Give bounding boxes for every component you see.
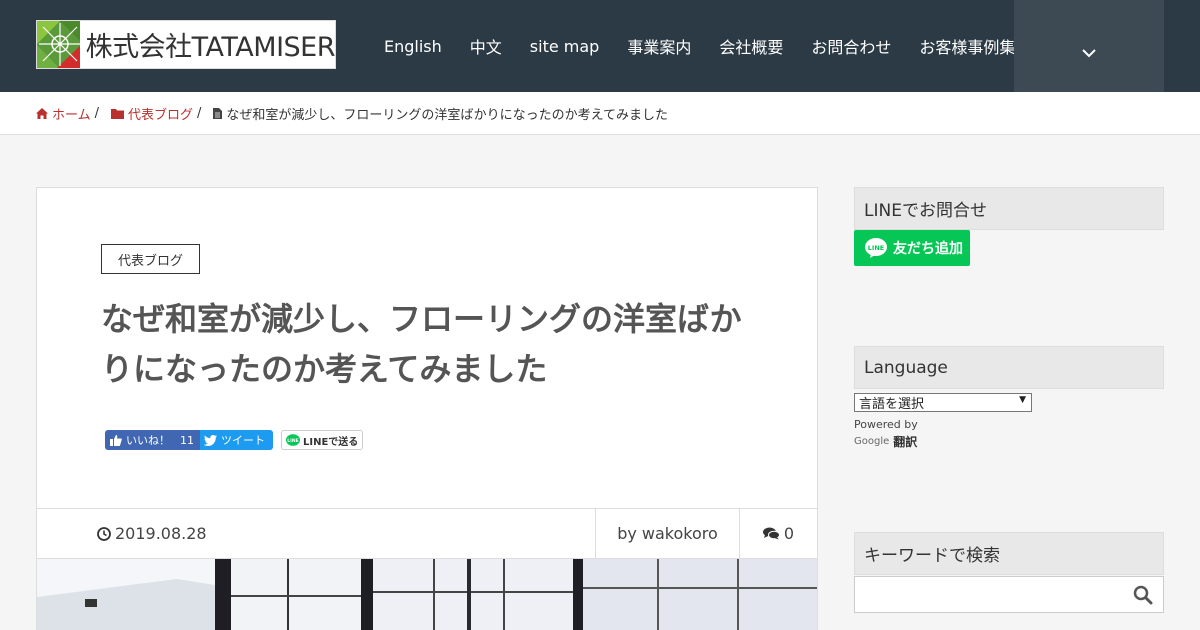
- facebook-like-count: 11: [180, 433, 194, 447]
- breadcrumb-current: なぜ和室が減少し、フローリングの洋室ばかりになったのか考えてみました: [213, 104, 668, 123]
- post-author[interactable]: by wakokoro: [596, 509, 740, 558]
- tweet-button[interactable]: ツイート: [200, 430, 273, 450]
- google-logo: Google: [854, 436, 890, 447]
- breadcrumb: ホーム / 代表ブログ / なぜ和室が減少し、フローリングの洋室ばかりになったの…: [0, 92, 1200, 135]
- search-widget-title: キーワードで検索: [854, 532, 1164, 575]
- clock-icon: [97, 526, 111, 541]
- language-select[interactable]: 言語を選択 ▼: [854, 393, 1032, 412]
- language-select-value: 言語を選択: [859, 397, 925, 412]
- nav-item-company[interactable]: 会社概要: [705, 34, 797, 58]
- post-date: 2019.08.28: [37, 509, 596, 558]
- article-title: なぜ和室が減少し、フローリングの洋室ばかりになったのか考えてみました: [101, 300, 742, 388]
- breadcrumb-category[interactable]: 代表ブログ: [111, 104, 193, 123]
- line-send-button[interactable]: LINE LINEで送る: [281, 430, 364, 450]
- main-nav: English 中文 site map 事業案内 会社概要 お問合わせ お客様事…: [370, 0, 1029, 92]
- site-logo[interactable]: 株式会社TATAMISER: [36, 20, 336, 69]
- breadcrumb-separator: /: [197, 105, 202, 121]
- file-icon: [213, 107, 223, 119]
- breadcrumb-home[interactable]: ホーム: [36, 104, 91, 123]
- line-add-friend-button[interactable]: LINE 友だち追加: [854, 230, 970, 266]
- breadcrumb-home-label: ホーム: [52, 107, 91, 123]
- nav-item-chinese[interactable]: 中文: [456, 34, 516, 58]
- twitter-bird-icon: [204, 434, 217, 446]
- line-send-label: LINEで送る: [303, 436, 359, 448]
- svg-text:LINE: LINE: [287, 438, 298, 444]
- breadcrumb-category-label: 代表ブログ: [128, 107, 194, 123]
- line-icon: LINE: [865, 238, 887, 258]
- logo-text: 株式会社TATAMISER: [85, 32, 336, 63]
- line-icon: LINE: [286, 433, 300, 446]
- nav-item-sitemap[interactable]: site map: [516, 37, 614, 56]
- line-add-friend-label: 友だち追加: [893, 241, 963, 257]
- svg-text:LINE: LINE: [868, 244, 884, 252]
- post-date-value: 2019.08.28: [115, 524, 207, 543]
- language-widget-title: Language: [854, 346, 1164, 389]
- chevron-down-icon: [1082, 49, 1096, 58]
- folder-icon: [111, 108, 125, 119]
- comments-icon: [762, 527, 780, 540]
- tweet-label: ツイート: [221, 434, 265, 447]
- translate-label: 翻訳: [893, 435, 918, 449]
- comment-count-value: 0: [783, 524, 795, 543]
- search-icon[interactable]: [1133, 585, 1153, 605]
- nav-dropdown-toggle[interactable]: [1014, 0, 1164, 92]
- share-buttons: いいね！ 11 ツイート LINE LINEで送る: [105, 430, 364, 450]
- article-card: 代表ブログ なぜ和室が減少し、フローリングの洋室ばかりになったのか考えてみました…: [36, 187, 818, 630]
- article-meta: 2019.08.28 by wakokoro 0: [37, 508, 817, 559]
- category-tag[interactable]: 代表ブログ: [101, 244, 200, 274]
- featured-image: [37, 559, 817, 630]
- logo-mark-icon: [37, 21, 80, 68]
- site-header: 株式会社TATAMISER English 中文 site map 事業案内 会…: [0, 0, 1200, 92]
- nav-item-english[interactable]: English: [370, 37, 456, 56]
- line-widget-title: LINEでお問合せ: [854, 187, 1164, 230]
- comment-count[interactable]: 0: [740, 509, 817, 558]
- dropdown-arrow-icon: ▼: [1019, 395, 1026, 405]
- home-icon: [36, 107, 48, 119]
- google-translate-link[interactable]: Google 翻訳: [854, 433, 917, 450]
- nav-item-business[interactable]: 事業案内: [613, 34, 705, 58]
- powered-by-label: Powered by: [854, 418, 918, 431]
- facebook-like-label: いいね！: [126, 434, 170, 447]
- nav-item-case-studies[interactable]: お客様事例集: [905, 34, 1029, 58]
- nav-item-contact[interactable]: お問合わせ: [797, 34, 905, 58]
- breadcrumb-current-label: なぜ和室が減少し、フローリングの洋室ばかりになったのか考えてみました: [226, 107, 669, 123]
- thumbs-up-icon: [110, 434, 122, 446]
- breadcrumb-separator: /: [94, 105, 100, 121]
- facebook-like-button[interactable]: いいね！ 11: [105, 430, 200, 450]
- search-input[interactable]: [854, 576, 1164, 613]
